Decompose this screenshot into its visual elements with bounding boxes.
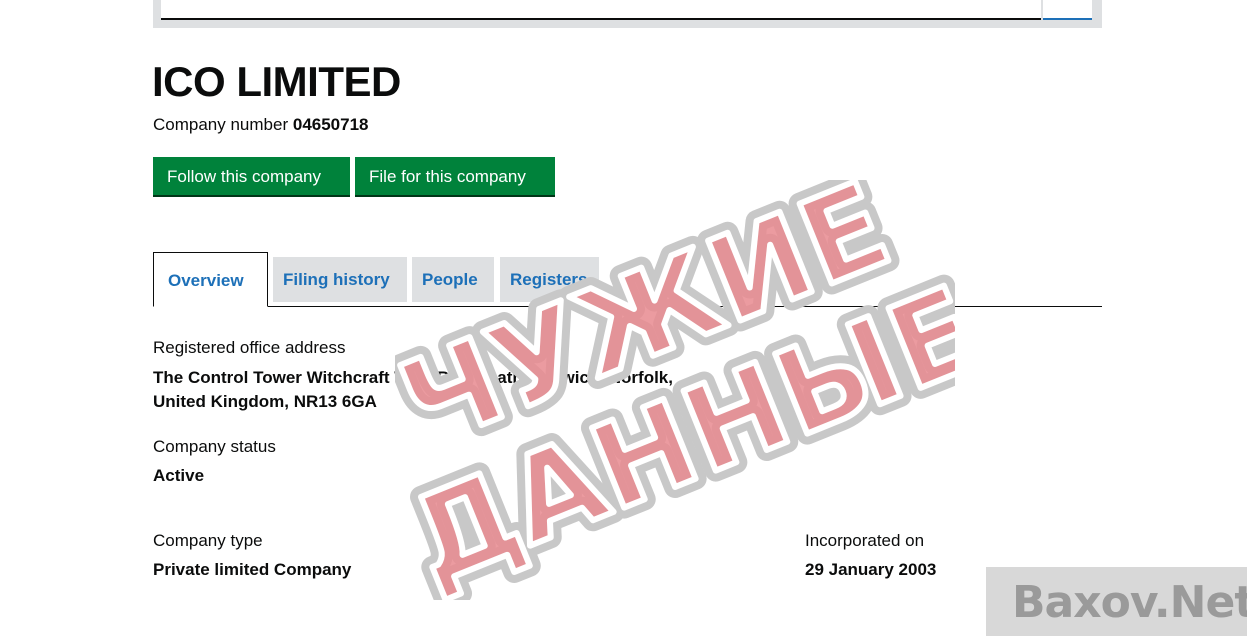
company-status-label: Company status xyxy=(153,437,276,456)
stamp-line1: ЧУЖИЕ xyxy=(395,180,907,474)
company-number: Company number 04650718 xyxy=(153,114,369,136)
registered-address-label: Registered office address xyxy=(153,338,346,357)
search-bar xyxy=(153,0,1102,28)
company-status-value: Active xyxy=(153,466,205,485)
follow-company-button[interactable]: Follow this company xyxy=(153,157,350,195)
company-number-label: Company number xyxy=(153,115,289,134)
site-watermark: Baxov.Net xyxy=(1012,577,1247,628)
company-number-value: 04650718 xyxy=(292,115,369,134)
company-name-heading: ICO LIMITED xyxy=(152,58,401,105)
company-type-label: Company type xyxy=(153,531,263,550)
search-button[interactable] xyxy=(1043,0,1092,20)
registered-address-line1: The Control Tower Witchcraft Way, Rackhe… xyxy=(153,368,673,387)
incorporated-value: 29 January 2003 xyxy=(805,560,937,579)
company-type-value: Private limited Company xyxy=(153,560,352,579)
company-overview-page: ICO LIMITED Company number 04650718 Foll… xyxy=(0,0,1247,636)
tab-people[interactable]: People xyxy=(412,257,494,302)
search-input[interactable] xyxy=(161,0,1041,20)
tab-overview[interactable]: Overview xyxy=(153,252,268,307)
stamp-line1-outline: ЧУЖИЕ xyxy=(395,180,907,474)
file-for-company-button[interactable]: File for this company xyxy=(355,157,555,195)
incorporated-label: Incorporated on xyxy=(805,531,925,550)
tab-filing-history[interactable]: Filing history xyxy=(273,257,407,302)
tabs-divider xyxy=(153,306,1102,307)
registered-address-line2: United Kingdom, NR13 6GA xyxy=(153,392,377,411)
tab-registers[interactable]: Registers xyxy=(500,257,599,302)
